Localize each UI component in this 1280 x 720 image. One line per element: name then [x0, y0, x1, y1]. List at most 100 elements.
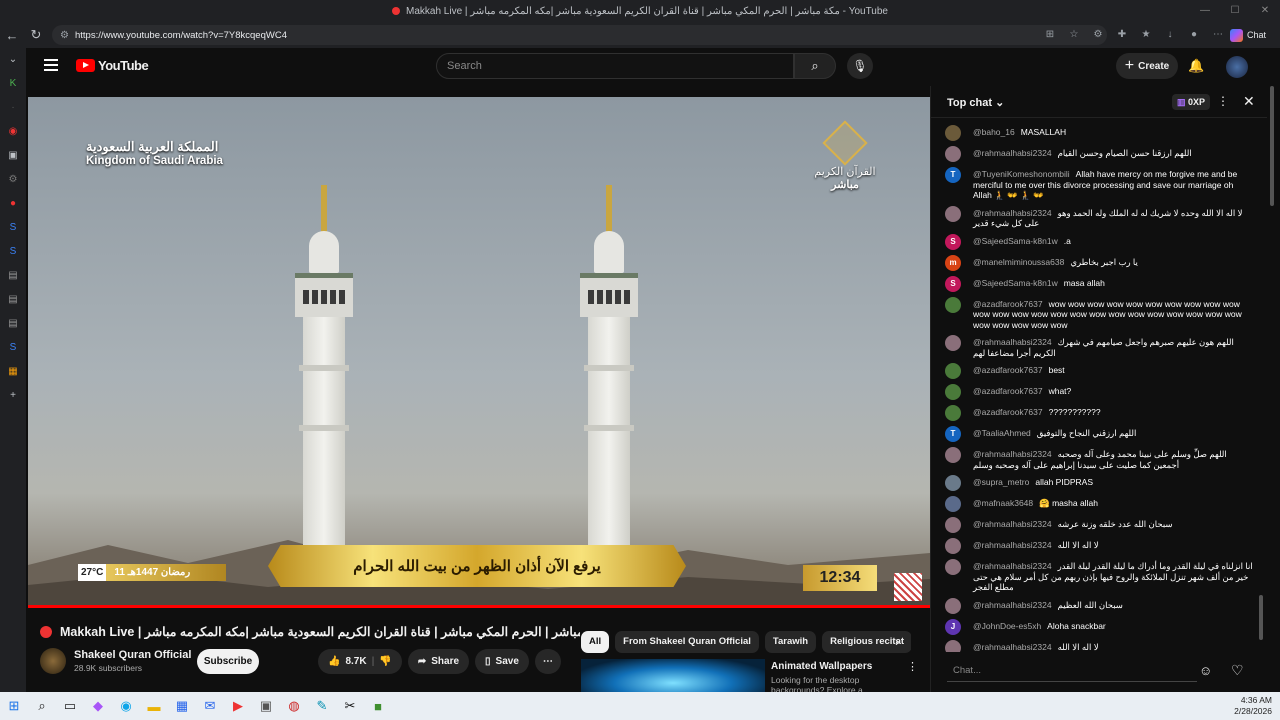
chat-author-avatar[interactable] — [945, 335, 961, 351]
chevron-right-icon[interactable]: › — [895, 634, 899, 649]
edge-icon[interactable]: ◉ — [112, 692, 140, 720]
chat-author-name[interactable]: @manelmiminoussa638 — [973, 257, 1064, 267]
like-button[interactable]: 👍 8.7K | 👎 — [318, 649, 402, 674]
taskbar-search-icon[interactable]: ⌕ — [28, 692, 56, 720]
chat-scrollbar[interactable] — [1258, 120, 1264, 640]
chat-author-name[interactable]: @JohnDoe-es5xh — [973, 621, 1041, 631]
chat-author-avatar[interactable]: m — [945, 254, 961, 271]
chat-author-name[interactable]: @supra_metro — [973, 477, 1029, 487]
recommendation-item[interactable]: Animated Wallpapers Looking for the desk… — [581, 659, 921, 692]
recommendation-title[interactable]: Animated Wallpapers — [771, 661, 872, 672]
chat-author-avatar[interactable]: S — [945, 275, 961, 292]
chat-author-name[interactable]: @baho_16 — [973, 127, 1015, 137]
live-progress-bar[interactable] — [28, 605, 930, 608]
chat-author-name[interactable]: @rahmaalhabsi2324 — [973, 208, 1052, 218]
sidebar-collapse-icon[interactable]: ⌄ — [0, 48, 26, 72]
chat-author-avatar[interactable] — [945, 296, 961, 313]
heart-icon[interactable]: ♡ — [1231, 662, 1244, 679]
chat-author-avatar[interactable]: T — [945, 167, 961, 183]
chat-author-avatar[interactable] — [945, 639, 961, 652]
xp-badge[interactable]: ▥ 0XP — [1172, 94, 1211, 110]
minimize-icon[interactable]: — — [1190, 0, 1220, 22]
emoji-icon[interactable]: ☺ — [1199, 663, 1212, 678]
sidebar-doc-icon[interactable]: ▤ — [0, 288, 26, 312]
favorites-icon[interactable]: ★ — [1136, 25, 1156, 45]
chat-author-avatar[interactable] — [945, 517, 961, 533]
mail-icon[interactable]: ✉ — [196, 692, 224, 720]
more-actions-button[interactable]: ⋯ — [534, 649, 561, 674]
chat-author-avatar[interactable]: S — [945, 233, 961, 250]
chat-author-name[interactable]: @SajeedSama-k8n1w — [973, 236, 1058, 246]
channel-name[interactable]: Shakeel Quran Official — [74, 649, 191, 661]
chat-author-avatar[interactable] — [945, 405, 961, 421]
taskbar-clock[interactable]: 4:36 AM 2/28/2026 — [1234, 695, 1272, 717]
chat-author-name[interactable]: @rahmaalhabsi2324 — [973, 600, 1052, 610]
chat-author-avatar[interactable] — [945, 125, 961, 141]
sidebar-add-icon[interactable]: + — [0, 384, 26, 408]
chrome-taskbar-icon[interactable]: ◍ — [280, 692, 308, 720]
address-bar[interactable]: ⚙ https://www.youtube.com/watch?v=7Y8kcq… — [52, 25, 1107, 45]
chat-author-avatar[interactable] — [945, 597, 961, 614]
video-player[interactable]: المملكة العربية السعودية Kingdom of Saud… — [28, 97, 930, 605]
chat-author-name[interactable]: @rahmaalhabsi2324 — [973, 449, 1052, 459]
chip-from-channel[interactable]: From Shakeel Quran Official — [615, 631, 759, 653]
profile-icon[interactable]: ● — [1184, 25, 1204, 45]
close-window-icon[interactable]: ✕ — [1250, 0, 1280, 22]
task-view-icon[interactable]: ▭ — [56, 692, 84, 720]
chat-author-avatar[interactable] — [945, 146, 961, 162]
chat-author-name[interactable]: @rahmaalhabsi2324 — [973, 561, 1052, 571]
subscribe-button[interactable]: Subscribe — [197, 649, 259, 674]
chat-author-name[interactable]: @rahmaalhabsi2324 — [973, 337, 1052, 347]
downloads-icon[interactable]: ↓ — [1160, 25, 1180, 45]
more-vertical-icon[interactable]: ⋮ — [907, 660, 918, 673]
sidebar-app-icon[interactable]: S — [0, 336, 26, 360]
extensions-puzzle-icon[interactable]: ✚ — [1112, 25, 1132, 45]
capcut-taskbar-icon[interactable]: ✂ — [336, 692, 364, 720]
youtube-logo[interactable]: YouTube — [76, 58, 149, 73]
chat-input[interactable]: Chat... — [947, 660, 1197, 682]
page-scrollbar[interactable] — [1268, 86, 1276, 692]
chat-author-avatar[interactable]: T — [945, 426, 961, 442]
bookmark-star-icon[interactable]: ☆ — [1064, 25, 1084, 45]
user-avatar[interactable] — [1226, 56, 1248, 78]
create-button[interactable]: + Create — [1116, 53, 1178, 79]
chat-author-name[interactable]: @rahmaalhabsi2324 — [973, 519, 1052, 529]
microphone-icon[interactable]: 🎙 — [847, 53, 873, 79]
chat-author-avatar[interactable] — [945, 363, 961, 379]
chat-menu-icon[interactable]: ⋮ — [1217, 94, 1229, 108]
chat-author-name[interactable]: @azadfarook7637 — [973, 365, 1043, 375]
app-taskbar-icon[interactable]: ▣ — [252, 692, 280, 720]
chat-author-name[interactable]: @azadfarook7637 — [973, 299, 1043, 309]
extension-icon[interactable]: ⚙ — [1088, 25, 1108, 45]
sidebar-record-icon[interactable]: ◉ — [0, 120, 26, 144]
sidebar-app-icon[interactable]: ● — [0, 192, 26, 216]
sidebar-app-icon[interactable]: · — [0, 96, 26, 120]
save-button[interactable]: ▯ Save — [475, 649, 529, 674]
close-chat-icon[interactable]: ✕ — [1243, 93, 1255, 110]
chat-author-avatar[interactable] — [945, 447, 961, 463]
chat-author-avatar[interactable] — [945, 475, 961, 491]
reload-icon[interactable]: ↻ — [24, 27, 48, 43]
sidebar-doc-icon[interactable]: ▤ — [0, 312, 26, 336]
sidebar-app-icon[interactable]: ▦ — [0, 360, 26, 384]
recommendation-thumbnail[interactable] — [581, 659, 765, 692]
chat-author-name[interactable]: @rahmaalhabsi2324 — [973, 642, 1052, 652]
site-info-icon[interactable]: ⚙ — [60, 30, 69, 41]
chat-author-avatar[interactable] — [945, 559, 961, 575]
install-app-icon[interactable]: ⊞ — [1040, 25, 1060, 45]
start-icon[interactable]: ⊞ — [0, 692, 28, 720]
chat-author-name[interactable]: @rahmaalhabsi2324 — [973, 540, 1052, 550]
channel-avatar[interactable] — [40, 648, 66, 674]
chat-author-name[interactable]: @SajeedSama-k8n1w — [973, 278, 1058, 288]
chip-tarawih[interactable]: Tarawih — [764, 631, 817, 653]
chat-author-name[interactable]: @azadfarook7637 — [973, 386, 1043, 396]
sidebar-doc-icon[interactable]: ▤ — [0, 264, 26, 288]
sidebar-app-icon[interactable]: S — [0, 240, 26, 264]
search-icon[interactable]: ⌕ — [794, 53, 836, 79]
hamburger-menu-icon[interactable] — [44, 59, 58, 71]
file-explorer-icon[interactable]: ▬ — [140, 692, 168, 720]
chat-author-avatar[interactable]: J — [945, 618, 961, 635]
chat-mode-dropdown[interactable]: Top chat ⌄ — [947, 96, 1004, 109]
sidebar-settings-icon[interactable]: ⚙ — [0, 168, 26, 192]
chip-all[interactable]: All — [581, 631, 610, 653]
